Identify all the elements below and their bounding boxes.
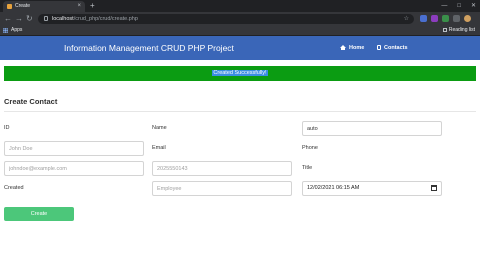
puzzle-icon[interactable]: [453, 15, 460, 22]
phone-label: Phone: [302, 145, 318, 151]
phone-field[interactable]: [152, 161, 292, 176]
info-icon[interactable]: [44, 16, 48, 21]
divider: [4, 111, 476, 112]
name-field[interactable]: [4, 141, 144, 156]
reading-list-icon: [442, 27, 447, 32]
minimize-button[interactable]: —: [441, 1, 447, 11]
reading-list-button[interactable]: Reading list: [442, 26, 475, 35]
extension-icon[interactable]: [420, 15, 427, 22]
extensions-area: [420, 15, 471, 22]
bookmark-star-icon[interactable]: ☆: [404, 14, 409, 24]
page-title: Create Contact: [4, 97, 58, 106]
created-datetime-value: 12/02/2021 06:15 AM: [307, 185, 360, 191]
close-window-button[interactable]: ✕: [471, 1, 476, 11]
title-field[interactable]: [152, 181, 292, 196]
extension-icon[interactable]: [442, 15, 449, 22]
bookmarks-bar: Apps Reading list: [0, 26, 480, 36]
tab-close-icon[interactable]: ×: [77, 2, 81, 11]
apps-grid-icon[interactable]: [3, 28, 8, 33]
reading-list-label: Reading list: [448, 27, 475, 33]
favicon-icon: [7, 4, 12, 9]
success-alert: Created Successfully!: [4, 66, 476, 81]
reload-icon[interactable]: ↻: [26, 13, 33, 25]
browser-toolbar: ← → ↻ localhost/crud_php/crud/create.php…: [0, 12, 480, 26]
name-label: Name: [152, 125, 167, 131]
created-datetime-field[interactable]: 12/02/2021 06:15 AM: [302, 181, 442, 196]
window-controls: — □ ✕: [441, 1, 476, 11]
address-bar[interactable]: localhost/crud_php/crud/create.php ☆: [38, 14, 414, 24]
address-book-icon: [377, 44, 381, 50]
app-header: Information Management CRUD PHP Project …: [0, 36, 480, 60]
email-label: Email: [152, 145, 166, 151]
created-label: Created: [4, 185, 24, 191]
create-button[interactable]: Create: [4, 207, 74, 221]
alert-message: Created Successfully!: [212, 70, 268, 76]
nav-home-label: Home: [349, 45, 365, 51]
nav-contacts-label: Contacts: [384, 45, 408, 51]
maximize-button[interactable]: □: [457, 1, 461, 11]
url-text: localhost/crud_php/crud/create.php: [52, 16, 138, 22]
title-label: Title: [302, 165, 313, 171]
apps-bookmark[interactable]: Apps: [11, 26, 22, 35]
profile-avatar[interactable]: [464, 15, 471, 22]
id-field[interactable]: [302, 121, 442, 136]
forward-arrow-icon[interactable]: →: [15, 13, 23, 25]
app-title: Information Management CRUD PHP Project: [64, 43, 234, 53]
nav-contacts-link[interactable]: Contacts: [377, 36, 408, 60]
extension-icon[interactable]: [431, 15, 438, 22]
tab-title: Create: [15, 3, 31, 9]
id-label: ID: [4, 125, 10, 131]
back-arrow-icon[interactable]: ←: [4, 13, 12, 25]
nav-home-link[interactable]: Home: [340, 36, 364, 60]
browser-tab[interactable]: Create ×: [3, 1, 85, 12]
browser-tab-strip: Create × + — □ ✕: [0, 0, 480, 12]
new-tab-button[interactable]: +: [90, 1, 95, 11]
calendar-icon[interactable]: [431, 185, 437, 191]
home-icon: [340, 45, 346, 50]
email-field[interactable]: [4, 161, 144, 176]
